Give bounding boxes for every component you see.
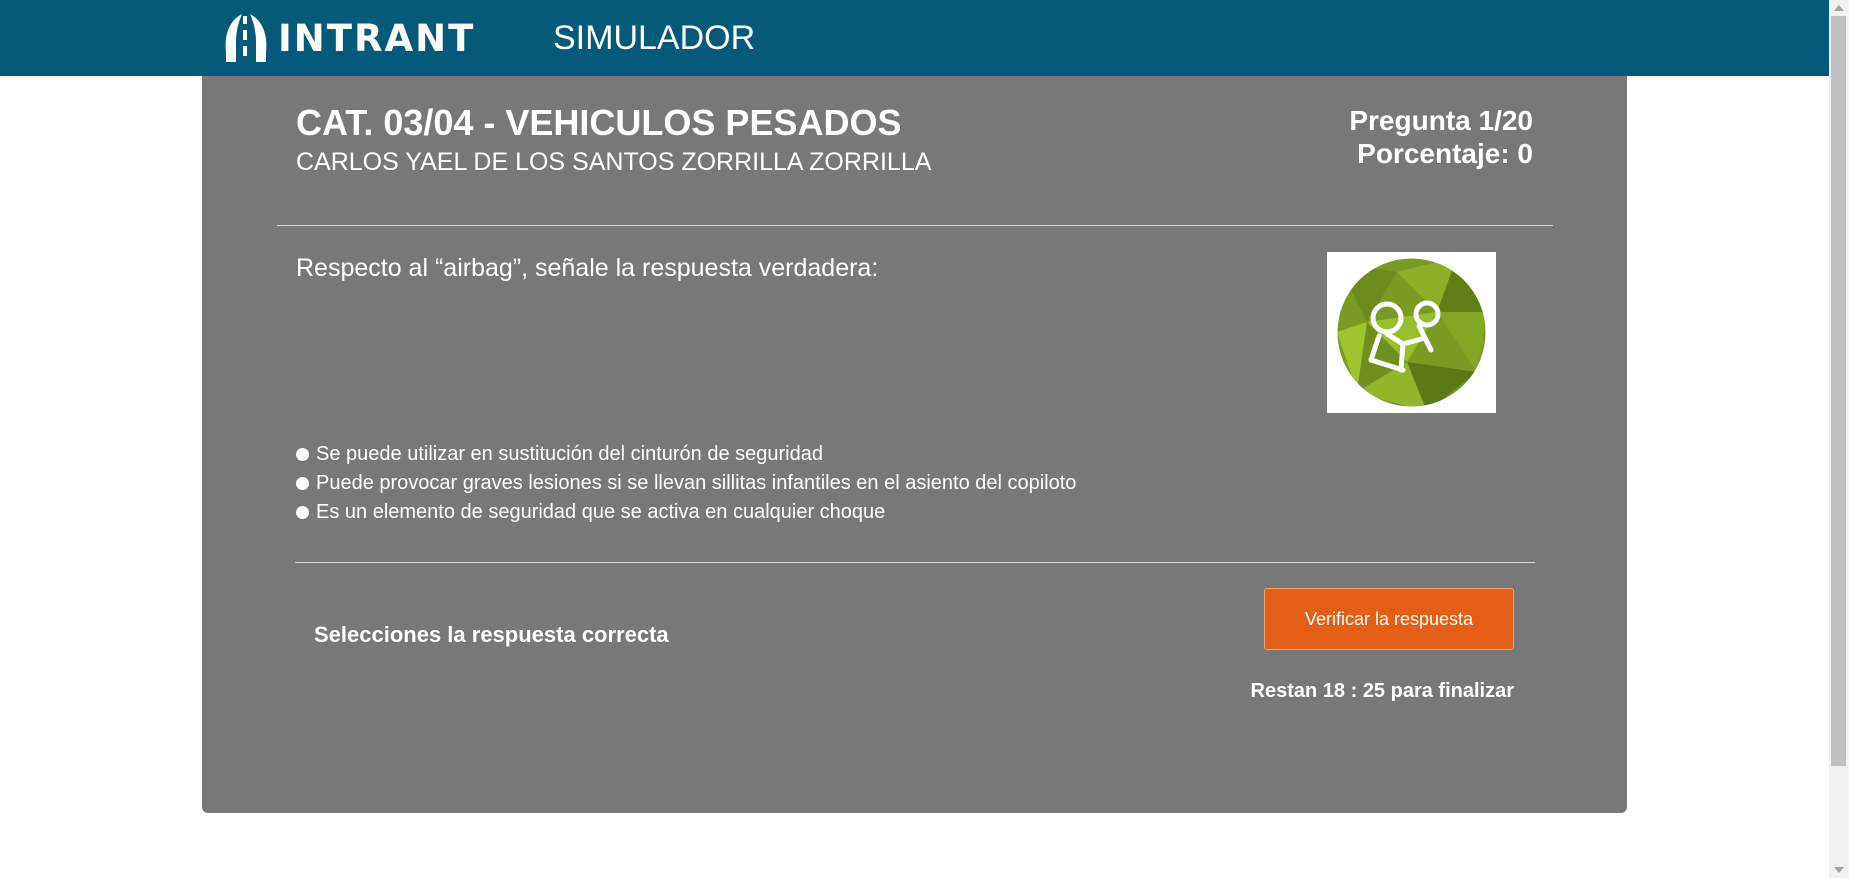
countdown-timer: Restan 18 : 25 para finalizar [1250, 680, 1514, 702]
radio-button[interactable] [296, 506, 309, 519]
vertical-scrollbar[interactable] [1829, 0, 1849, 878]
scroll-down-arrow-icon[interactable] [1829, 862, 1849, 878]
answer-label: Es un elemento de seguridad que se activ… [316, 501, 886, 523]
answer-option-3[interactable]: Es un elemento de seguridad que se activ… [296, 498, 1076, 527]
instruction-text: Selecciones la respuesta correcta [314, 622, 669, 647]
intrant-logo[interactable]: INTRANT [222, 12, 475, 64]
answer-options: Se puede utilizar en sustitución del cin… [296, 440, 1076, 527]
top-navbar: INTRANT SIMULADOR [0, 0, 1829, 76]
exam-title: CAT. 03/04 - VEHICULOS PESADOS [296, 102, 902, 143]
question-image [1327, 252, 1496, 413]
question-text: Respecto al “airbag”, señale la respuest… [296, 254, 879, 282]
question-counter: Pregunta 1/20 [1349, 105, 1533, 136]
scroll-up-arrow-icon[interactable] [1829, 0, 1849, 16]
logo-text: INTRANT [278, 16, 476, 60]
intrant-logo-icon [225, 14, 267, 62]
answer-option-2[interactable]: Puede provocar graves lesiones si se lle… [296, 469, 1076, 498]
answers-divider [295, 562, 1535, 563]
exam-progress: Pregunta 1/20 Porcentaje: 0 [1349, 104, 1533, 170]
app-title: SIMULADOR [553, 19, 756, 57]
scrollbar-thumb[interactable] [1831, 16, 1846, 766]
header-divider [277, 225, 1553, 226]
exam-panel: CAT. 03/04 - VEHICULOS PESADOS CARLOS YA… [202, 76, 1627, 813]
answer-option-1[interactable]: Se puede utilizar en sustitución del cin… [296, 440, 1076, 469]
airbag-warning-icon [1337, 258, 1486, 407]
radio-button[interactable] [296, 448, 309, 461]
answer-label: Puede provocar graves lesiones si se lle… [316, 472, 1077, 494]
verify-answer-button[interactable]: Verificar la respuesta [1264, 588, 1514, 650]
score-percentage: Porcentaje: 0 [1357, 138, 1533, 169]
radio-button[interactable] [296, 477, 309, 490]
answer-label: Se puede utilizar en sustitución del cin… [316, 443, 823, 465]
student-name: CARLOS YAEL DE LOS SANTOS ZORRILLA ZORRI… [296, 148, 932, 176]
